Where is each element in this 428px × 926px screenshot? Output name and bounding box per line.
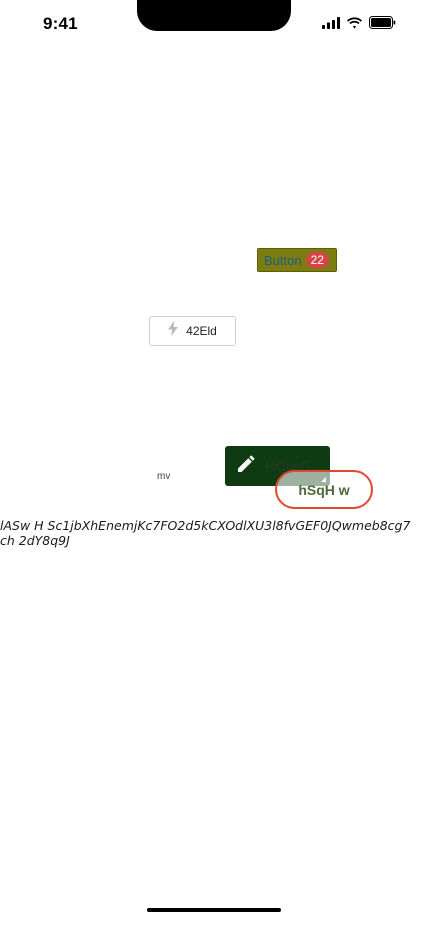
pencil-icon	[237, 454, 255, 478]
cellular-signal-icon	[322, 16, 340, 34]
status-time: 9:41	[43, 14, 78, 33]
lightning-button-label: 42Eld	[186, 324, 217, 338]
lightning-button[interactable]: 42Eld	[149, 316, 236, 346]
device-notch	[137, 0, 291, 31]
battery-icon	[369, 16, 396, 34]
pill-button[interactable]: hSqH w	[275, 470, 373, 509]
wifi-icon	[346, 16, 363, 34]
pill-button-label: hSqH w	[298, 481, 350, 498]
badge-button[interactable]: Button 22	[257, 248, 337, 272]
status-icons	[322, 16, 396, 34]
count-badge: 22	[305, 252, 329, 268]
lightning-bolt-icon	[168, 321, 179, 341]
phone-screen: 9:41 Button 22 42Eld mv HQuq5 hSqH w lAS…	[0, 0, 428, 926]
home-indicator[interactable]	[147, 908, 281, 912]
small-label: mv	[157, 471, 171, 482]
body-paragraph: lASw H Sc1jbXhEnemjKc7FO2d5kCXOdlXU3l8fv…	[0, 518, 411, 548]
badge-button-label: Button	[264, 252, 302, 268]
